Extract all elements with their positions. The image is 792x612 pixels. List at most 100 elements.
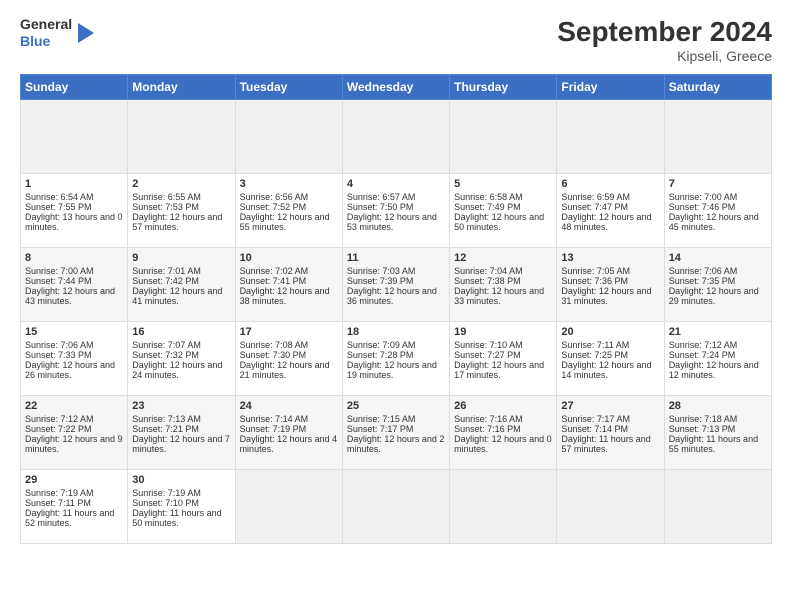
day-number: 21 — [669, 326, 767, 338]
day-number: 28 — [669, 400, 767, 412]
calendar-cell: 21 Sunrise: 7:12 AM Sunset: 7:24 PM Dayl… — [664, 322, 771, 396]
daylight-label: Daylight: 12 hours and 53 minutes. — [347, 212, 437, 232]
sunset-label: Sunset: 7:11 PM — [25, 498, 91, 508]
sunrise-label: Sunrise: 7:09 AM — [347, 340, 416, 350]
daylight-label: Daylight: 12 hours and 36 minutes. — [347, 286, 437, 306]
calendar-cell: 20 Sunrise: 7:11 AM Sunset: 7:25 PM Dayl… — [557, 322, 664, 396]
sunset-label: Sunset: 7:33 PM — [25, 350, 92, 360]
daylight-label: Daylight: 12 hours and 43 minutes. — [25, 286, 115, 306]
col-monday: Monday — [128, 75, 235, 100]
sunset-label: Sunset: 7:28 PM — [347, 350, 414, 360]
calendar-cell: 10 Sunrise: 7:02 AM Sunset: 7:41 PM Dayl… — [235, 248, 342, 322]
col-wednesday: Wednesday — [342, 75, 449, 100]
daylight-label: Daylight: 12 hours and 17 minutes. — [454, 360, 544, 380]
calendar-cell: 12 Sunrise: 7:04 AM Sunset: 7:38 PM Dayl… — [450, 248, 557, 322]
daylight-label: Daylight: 12 hours and 48 minutes. — [561, 212, 651, 232]
sunrise-label: Sunrise: 6:55 AM — [132, 192, 201, 202]
sunrise-label: Sunrise: 7:11 AM — [561, 340, 629, 350]
sunrise-label: Sunrise: 7:18 AM — [669, 414, 738, 424]
month-year: September 2024 — [557, 16, 772, 48]
calendar-cell — [235, 100, 342, 174]
day-number: 18 — [347, 326, 445, 338]
daylight-label: Daylight: 12 hours and 41 minutes. — [132, 286, 222, 306]
logo-arrow-icon — [78, 18, 100, 48]
sunset-label: Sunset: 7:24 PM — [669, 350, 736, 360]
col-friday: Friday — [557, 75, 664, 100]
sunrise-label: Sunrise: 7:06 AM — [25, 340, 94, 350]
calendar-cell — [664, 470, 771, 544]
calendar-cell: 7 Sunrise: 7:00 AM Sunset: 7:46 PM Dayli… — [664, 174, 771, 248]
daylight-label: Daylight: 12 hours and 7 minutes. — [132, 434, 230, 454]
daylight-label: Daylight: 12 hours and 33 minutes. — [454, 286, 544, 306]
sunrise-label: Sunrise: 7:12 AM — [25, 414, 94, 424]
daylight-label: Daylight: 12 hours and 31 minutes. — [561, 286, 651, 306]
calendar-cell: 13 Sunrise: 7:05 AM Sunset: 7:36 PM Dayl… — [557, 248, 664, 322]
day-number: 1 — [25, 178, 123, 190]
day-number: 30 — [132, 474, 230, 486]
day-number: 8 — [25, 252, 123, 264]
sunrise-label: Sunrise: 7:03 AM — [347, 266, 416, 276]
sunset-label: Sunset: 7:22 PM — [25, 424, 92, 434]
location: Kipseli, Greece — [557, 48, 772, 64]
day-number: 17 — [240, 326, 338, 338]
day-number: 12 — [454, 252, 552, 264]
day-number: 29 — [25, 474, 123, 486]
sunrise-label: Sunrise: 7:05 AM — [561, 266, 630, 276]
daylight-label: Daylight: 11 hours and 52 minutes. — [25, 508, 114, 528]
calendar-cell: 23 Sunrise: 7:13 AM Sunset: 7:21 PM Dayl… — [128, 396, 235, 470]
day-number: 19 — [454, 326, 552, 338]
day-number: 11 — [347, 252, 445, 264]
daylight-label: Daylight: 11 hours and 55 minutes. — [669, 434, 758, 454]
calendar-week-row: 15 Sunrise: 7:06 AM Sunset: 7:33 PM Dayl… — [21, 322, 772, 396]
calendar-cell: 11 Sunrise: 7:03 AM Sunset: 7:39 PM Dayl… — [342, 248, 449, 322]
sunset-label: Sunset: 7:14 PM — [561, 424, 628, 434]
daylight-label: Daylight: 12 hours and 14 minutes. — [561, 360, 651, 380]
day-number: 23 — [132, 400, 230, 412]
calendar-cell: 27 Sunrise: 7:17 AM Sunset: 7:14 PM Dayl… — [557, 396, 664, 470]
sunrise-label: Sunrise: 7:13 AM — [132, 414, 201, 424]
day-number: 26 — [454, 400, 552, 412]
sunrise-label: Sunrise: 6:54 AM — [25, 192, 94, 202]
sunrise-label: Sunrise: 7:02 AM — [240, 266, 309, 276]
day-number: 16 — [132, 326, 230, 338]
sunset-label: Sunset: 7:35 PM — [669, 276, 736, 286]
day-number: 3 — [240, 178, 338, 190]
calendar-cell — [128, 100, 235, 174]
calendar-cell: 18 Sunrise: 7:09 AM Sunset: 7:28 PM Dayl… — [342, 322, 449, 396]
calendar-cell: 17 Sunrise: 7:08 AM Sunset: 7:30 PM Dayl… — [235, 322, 342, 396]
sunset-label: Sunset: 7:38 PM — [454, 276, 521, 286]
sunset-label: Sunset: 7:47 PM — [561, 202, 628, 212]
daylight-label: Daylight: 12 hours and 4 minutes. — [240, 434, 338, 454]
daylight-label: Daylight: 13 hours and 0 minutes. — [25, 212, 123, 232]
calendar-cell: 8 Sunrise: 7:00 AM Sunset: 7:44 PM Dayli… — [21, 248, 128, 322]
calendar-week-row: 29 Sunrise: 7:19 AM Sunset: 7:11 PM Dayl… — [21, 470, 772, 544]
day-number: 15 — [25, 326, 123, 338]
sunrise-label: Sunrise: 6:59 AM — [561, 192, 630, 202]
calendar-cell — [664, 100, 771, 174]
day-number: 6 — [561, 178, 659, 190]
calendar-cell: 14 Sunrise: 7:06 AM Sunset: 7:35 PM Dayl… — [664, 248, 771, 322]
calendar-cell: 29 Sunrise: 7:19 AM Sunset: 7:11 PM Dayl… — [21, 470, 128, 544]
sunset-label: Sunset: 7:19 PM — [240, 424, 307, 434]
day-number: 2 — [132, 178, 230, 190]
calendar-cell — [235, 470, 342, 544]
calendar-week-row: 22 Sunrise: 7:12 AM Sunset: 7:22 PM Dayl… — [21, 396, 772, 470]
day-number: 9 — [132, 252, 230, 264]
calendar-cell: 9 Sunrise: 7:01 AM Sunset: 7:42 PM Dayli… — [128, 248, 235, 322]
sunset-label: Sunset: 7:27 PM — [454, 350, 521, 360]
sunrise-label: Sunrise: 7:08 AM — [240, 340, 309, 350]
daylight-label: Daylight: 12 hours and 38 minutes. — [240, 286, 330, 306]
calendar-cell: 25 Sunrise: 7:15 AM Sunset: 7:17 PM Dayl… — [342, 396, 449, 470]
daylight-label: Daylight: 12 hours and 9 minutes. — [25, 434, 123, 454]
sunrise-label: Sunrise: 6:56 AM — [240, 192, 309, 202]
day-number: 22 — [25, 400, 123, 412]
sunrise-label: Sunrise: 7:17 AM — [561, 414, 630, 424]
daylight-label: Daylight: 12 hours and 26 minutes. — [25, 360, 115, 380]
daylight-label: Daylight: 11 hours and 50 minutes. — [132, 508, 221, 528]
sunrise-label: Sunrise: 7:14 AM — [240, 414, 309, 424]
day-number: 14 — [669, 252, 767, 264]
daylight-label: Daylight: 12 hours and 24 minutes. — [132, 360, 222, 380]
sunrise-label: Sunrise: 7:06 AM — [669, 266, 738, 276]
sunset-label: Sunset: 7:42 PM — [132, 276, 199, 286]
daylight-label: Daylight: 12 hours and 21 minutes. — [240, 360, 330, 380]
